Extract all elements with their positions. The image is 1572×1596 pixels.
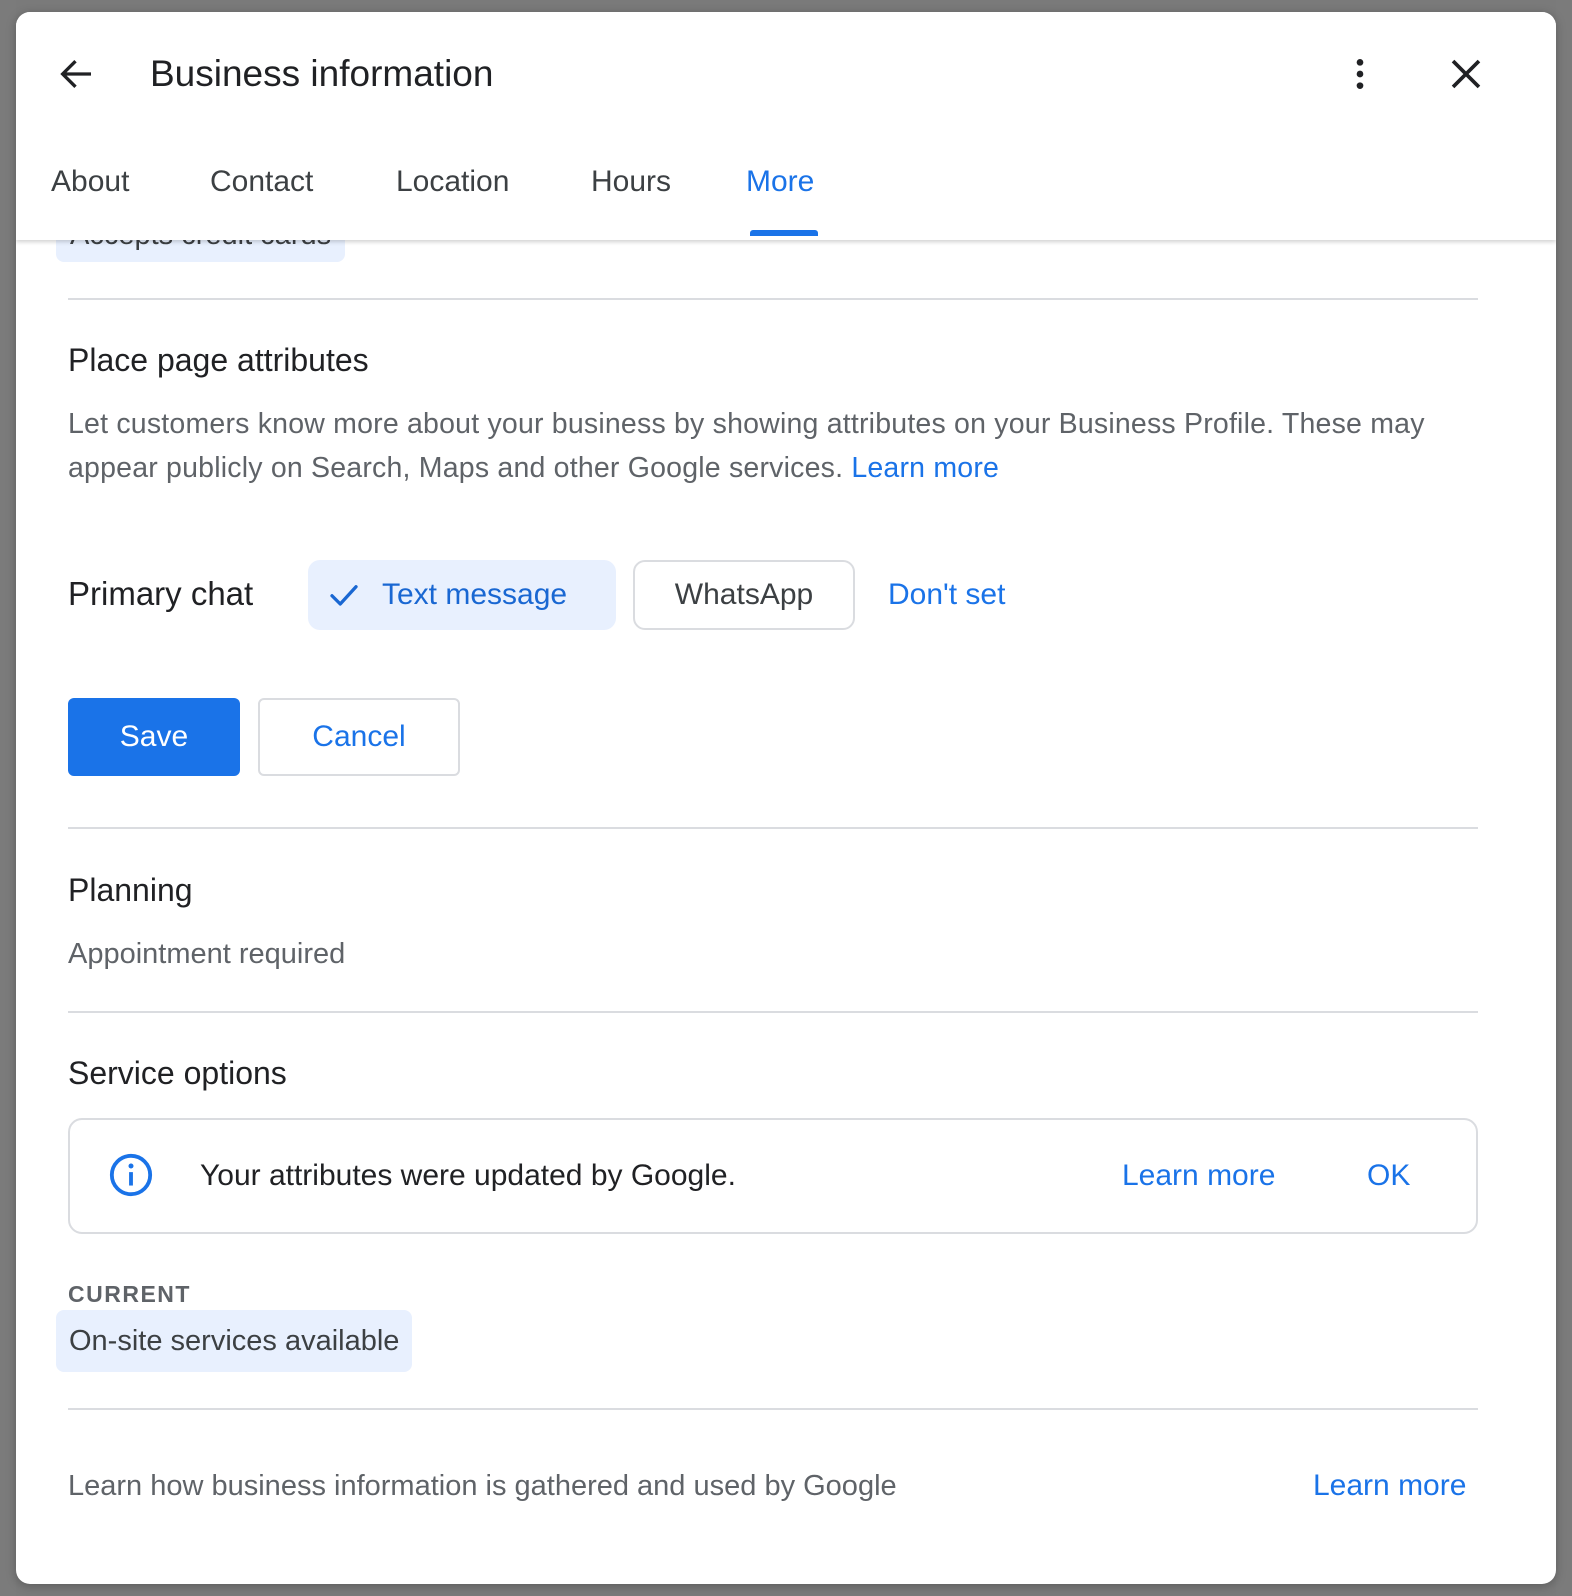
info-icon (109, 1153, 153, 1197)
check-icon (330, 585, 358, 606)
tab-location[interactable]: Location (396, 152, 509, 240)
tab-bar: About Contact Location Hours More (16, 152, 1556, 240)
more-vert-icon (1356, 59, 1364, 89)
business-information-dialog: Accepts credit cards Place page attribut… (16, 12, 1556, 1584)
tab-about[interactable]: About (51, 152, 129, 240)
tab-more[interactable]: More (746, 152, 814, 240)
background-page-left-edge (0, 0, 16, 1596)
background-page-right-edge (1556, 0, 1572, 1596)
footer-text: Learn how business information is gather… (68, 1470, 897, 1502)
dialog-header: Business information About Contact Locat… (16, 12, 1556, 240)
current-label: CURRENT (68, 1281, 191, 1307)
chat-option-text-message[interactable]: Text message (308, 560, 616, 630)
active-tab-indicator (750, 230, 818, 236)
section-title-service-options: Service options (68, 1055, 287, 1091)
dont-set-link[interactable]: Don't set (888, 570, 1005, 620)
notice-ok-button[interactable]: OK (1367, 1152, 1410, 1200)
tab-contact[interactable]: Contact (210, 152, 313, 240)
section-title-planning: Planning (68, 872, 193, 908)
notice-learn-more-link[interactable]: Learn more (1122, 1152, 1275, 1200)
notice-text: Your attributes were updated by Google. (200, 1159, 736, 1192)
section-title-place-page-attributes: Place page attributes (68, 342, 369, 378)
place-page-attributes-description: Let customers know more about your busin… (68, 402, 1488, 490)
dialog-content: Accepts credit cards Place page attribut… (16, 12, 1556, 1584)
save-button[interactable]: Save (68, 698, 240, 776)
chat-option-label: Text message (382, 578, 568, 611)
divider (68, 298, 1478, 300)
divider (68, 1011, 1478, 1013)
close-button[interactable] (1440, 48, 1492, 100)
primary-chat-label: Primary chat (68, 575, 254, 612)
planning-value: Appointment required (68, 938, 346, 970)
cancel-button[interactable]: Cancel (258, 698, 460, 776)
learn-more-link[interactable]: Learn more (851, 452, 999, 484)
arrow-back-icon (60, 59, 91, 89)
tab-hours[interactable]: Hours (591, 152, 671, 240)
close-icon (1451, 59, 1481, 89)
chat-option-whatsapp[interactable]: WhatsApp (633, 560, 855, 630)
footer-learn-more-link[interactable]: Learn more (1313, 1462, 1466, 1510)
more-options-button[interactable] (1334, 48, 1386, 100)
current-attribute-chip: On-site services available (56, 1310, 413, 1372)
divider (68, 1408, 1478, 1410)
description-text: Let customers know more about your busin… (68, 408, 1425, 484)
dialog-title: Business information (150, 53, 494, 94)
divider (68, 827, 1478, 829)
back-button[interactable] (50, 48, 102, 100)
attributes-updated-notice: Your attributes were updated by Google. … (68, 1118, 1478, 1234)
